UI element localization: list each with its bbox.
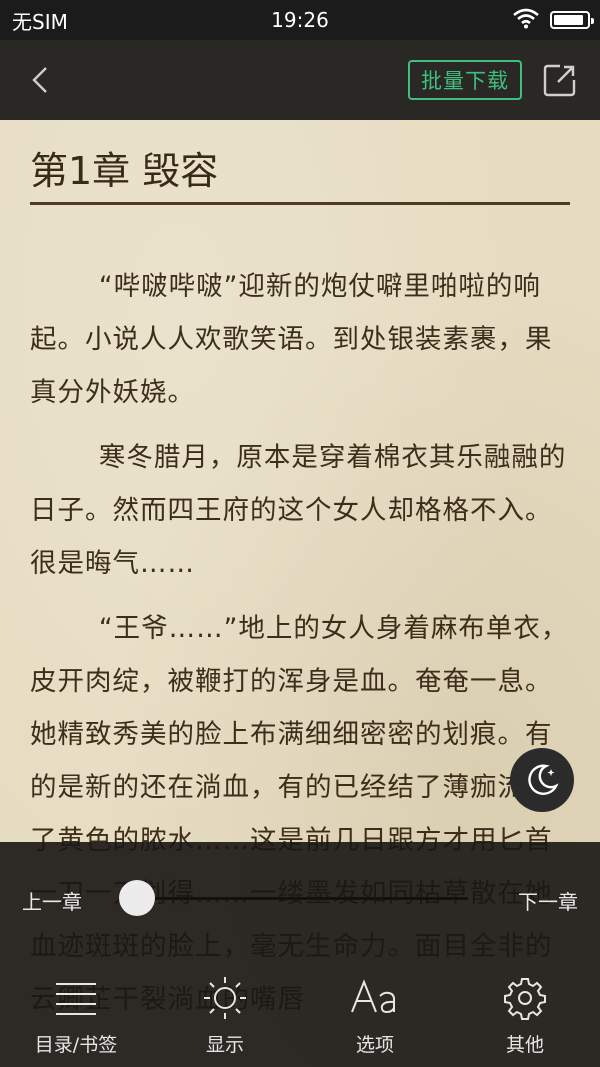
status-bar: 无SIM 19:26 bbox=[0, 0, 600, 40]
share-icon bbox=[543, 64, 576, 97]
reader-toolbar: 批量下载 bbox=[0, 40, 600, 120]
tab-catalog-bookmarks[interactable]: 目录/书签 bbox=[16, 972, 136, 1062]
prev-chapter-button[interactable]: 上一章 bbox=[22, 886, 82, 915]
batch-download-button[interactable]: 批量下载 bbox=[408, 60, 522, 100]
night-mode-button[interactable] bbox=[510, 748, 574, 812]
tab-other[interactable]: 其他 bbox=[465, 972, 585, 1062]
tab-options[interactable]: 选项 bbox=[315, 972, 435, 1062]
chapter-title: 第1章 毁容 bbox=[30, 149, 219, 193]
status-icons bbox=[512, 7, 594, 34]
chapter-progress-slider[interactable] bbox=[138, 897, 468, 900]
moon-icon bbox=[528, 764, 559, 795]
clock: 19:26 bbox=[271, 8, 329, 32]
next-chapter-button[interactable]: 下一章 bbox=[518, 886, 578, 915]
wifi-icon bbox=[512, 7, 540, 34]
tab-label: 显示 bbox=[205, 1034, 244, 1056]
gear-icon bbox=[465, 972, 585, 1024]
slider-handle[interactable] bbox=[119, 880, 155, 916]
chevron-left-icon bbox=[32, 67, 47, 93]
font-icon bbox=[315, 972, 435, 1024]
tab-display[interactable]: 显示 bbox=[165, 972, 285, 1062]
tab-label: 其他 bbox=[505, 1034, 544, 1056]
share-button[interactable] bbox=[540, 60, 580, 100]
tab-label: 目录/书签 bbox=[34, 1034, 118, 1056]
back-button[interactable] bbox=[22, 60, 62, 100]
battery-level bbox=[554, 15, 583, 25]
title-divider bbox=[30, 202, 570, 205]
reader-bottom-panel: 上一章 下一章 目录/书签 显示 选项 其他 bbox=[0, 842, 600, 1067]
carrier-label: 无SIM bbox=[12, 9, 68, 34]
paragraph: 寒冬腊月，原本是穿着棉衣其乐融融的日子。然而四王府的这个女人却格格不入。很是晦气… bbox=[30, 442, 567, 579]
tab-label: 选项 bbox=[355, 1034, 394, 1056]
battery-icon bbox=[550, 11, 594, 29]
list-icon bbox=[16, 972, 136, 1024]
brightness-icon bbox=[165, 972, 285, 1024]
paragraph: “哔啵哔啵”迎新的炮仗噼里啪啦的响起。小说人人欢歌笑语。到处银装素裹，果真分外妖… bbox=[30, 271, 553, 408]
